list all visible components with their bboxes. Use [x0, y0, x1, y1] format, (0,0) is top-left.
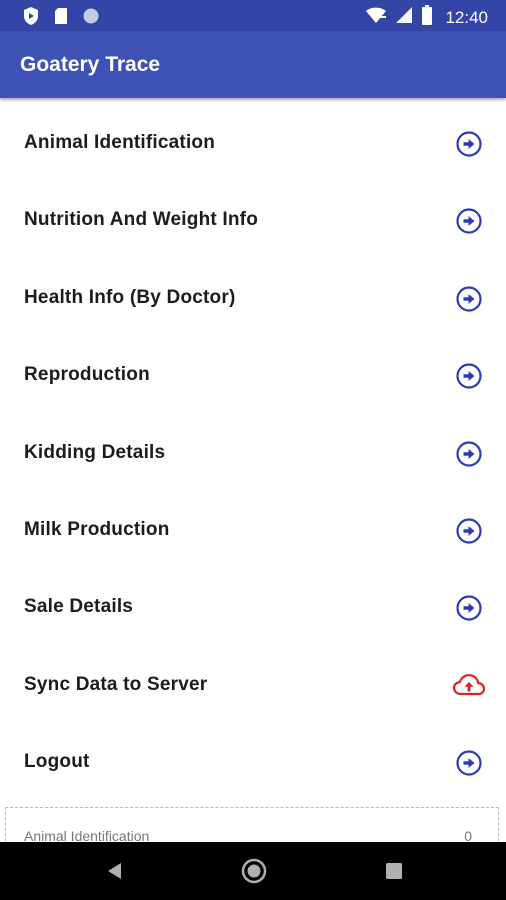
menu-item-sale-details[interactable]: Sale Details [0, 568, 506, 645]
menu-item-milk-production[interactable]: Milk Production [0, 491, 506, 568]
cloud-upload-icon[interactable] [452, 672, 486, 700]
arrow-circle-right-icon[interactable] [455, 749, 483, 777]
menu-item-label: Logout [24, 751, 90, 773]
navigation-bar [0, 842, 506, 900]
arrow-circle-right-icon[interactable] [455, 207, 483, 235]
status-left-icons [22, 6, 100, 31]
status-clock: 12:40 [445, 7, 488, 27]
status-bar: 12:40 [0, 0, 506, 31]
signal-icon [395, 6, 413, 29]
menu-item-kidding-details[interactable]: Kidding Details [0, 414, 506, 491]
arrow-circle-right-icon[interactable] [455, 130, 483, 158]
menu-item-label: Animal Identification [24, 132, 216, 153]
app-title: Goatery Trace [20, 53, 161, 76]
home-icon[interactable] [240, 857, 267, 884]
arrow-circle-right-icon[interactable] [455, 594, 483, 622]
sd-card-icon [54, 7, 68, 30]
menu-item-label: Health Info (By Doctor) [24, 286, 236, 308]
menu-item-label: Sync Data to Server [24, 673, 208, 695]
recents-icon[interactable] [381, 858, 407, 884]
menu-list: Animal Identification Nutrition And Weig… [0, 104, 506, 801]
menu-item-logout[interactable]: Logout [0, 723, 506, 800]
menu-item-animal-identification[interactable]: Animal Identification [0, 104, 506, 181]
status-right-icons: 12:40 [365, 5, 488, 30]
arrow-circle-right-icon[interactable] [455, 285, 483, 313]
shield-icon [22, 6, 40, 31]
menu-item-nutrition-weight[interactable]: Nutrition And Weight Info [0, 181, 506, 258]
menu-item-sync-data[interactable]: Sync Data to Server [0, 646, 506, 723]
circle-icon [82, 7, 100, 30]
battery-icon [421, 5, 433, 30]
back-icon[interactable] [102, 858, 128, 884]
menu-item-label: Reproduction [24, 364, 150, 386]
arrow-circle-right-icon[interactable] [455, 362, 483, 390]
menu-item-label: Kidding Details [24, 441, 166, 463]
menu-item-label: Nutrition And Weight Info [24, 209, 259, 231]
arrow-circle-right-icon[interactable] [455, 517, 483, 545]
arrow-circle-right-icon[interactable] [455, 440, 483, 468]
menu-item-label: Sale Details [24, 596, 134, 618]
menu-item-reproduction[interactable]: Reproduction [0, 336, 506, 413]
menu-item-label: Milk Production [24, 518, 170, 540]
menu-item-health-info[interactable]: Health Info (By Doctor) [0, 259, 506, 336]
wifi-icon [365, 6, 387, 29]
app-bar: Goatery Trace [0, 31, 506, 98]
